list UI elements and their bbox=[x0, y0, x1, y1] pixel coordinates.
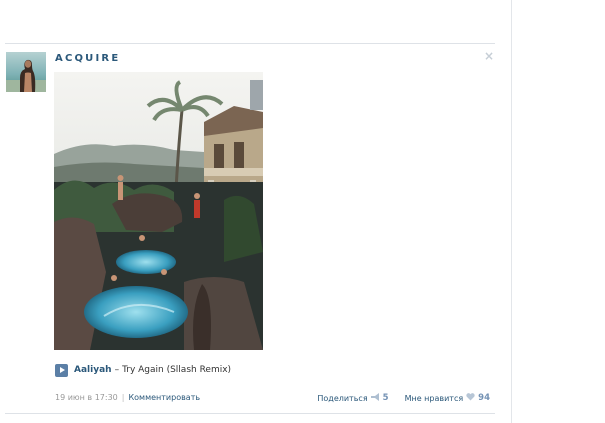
close-icon[interactable]: × bbox=[484, 49, 494, 63]
right-column-border bbox=[511, 0, 512, 423]
post-actions: Поделиться 5 Мне нравится 94 bbox=[317, 393, 490, 403]
meta-divider: | bbox=[121, 393, 125, 402]
divider-top bbox=[5, 43, 495, 44]
post-photo[interactable] bbox=[54, 72, 263, 350]
share-count: 5 bbox=[382, 393, 389, 403]
megaphone-icon[interactable] bbox=[370, 393, 380, 403]
play-icon[interactable] bbox=[55, 363, 68, 377]
page: ACQUIRE × Aaliyah – Try Again (Sllash Re… bbox=[0, 0, 605, 423]
like-count: 94 bbox=[478, 393, 490, 403]
audio-separator: – bbox=[114, 365, 120, 375]
divider-bottom bbox=[5, 413, 495, 414]
post-meta: 19 июн в 17:30 | Комментировать bbox=[55, 393, 200, 402]
post-date[interactable]: 19 июн в 17:30 bbox=[55, 393, 118, 402]
audio-attachment: Aaliyah – Try Again (Sllash Remix) bbox=[55, 363, 231, 377]
heart-icon[interactable] bbox=[466, 393, 475, 403]
audio-title[interactable]: Try Again (Sllash Remix) bbox=[122, 365, 231, 375]
audio-artist-link[interactable]: Aaliyah bbox=[74, 365, 112, 375]
avatar[interactable] bbox=[6, 52, 46, 92]
like-link[interactable]: Мне нравится bbox=[405, 394, 464, 403]
comment-link[interactable]: Комментировать bbox=[128, 393, 200, 402]
share-link[interactable]: Поделиться bbox=[317, 394, 367, 403]
post-author-link[interactable]: ACQUIRE bbox=[55, 53, 120, 64]
